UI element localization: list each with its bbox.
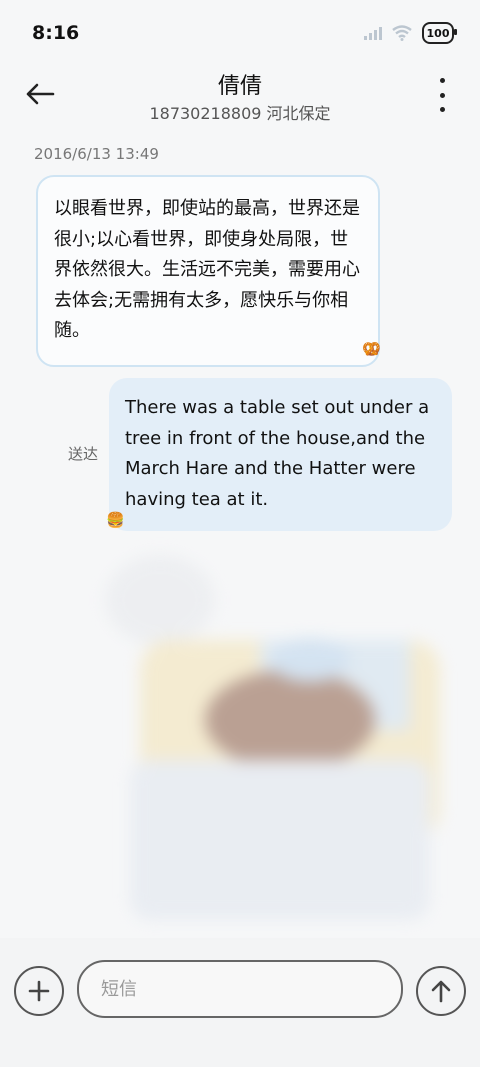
battery-icon: 100 [422,22,457,44]
more-vertical-icon [439,78,445,83]
signal-icon [364,27,382,40]
status-bar: 8:16 100 [0,0,480,60]
contact-name[interactable]: 倩倩 [0,68,480,100]
contact-info: 18730218809 河北保定 [149,104,331,123]
outgoing-message-text: There was a table set out under a tree i… [125,397,430,510]
wifi-icon [392,25,412,41]
add-attachment-button[interactable] [14,966,64,1016]
burger-sticker-icon: 🍔 [106,511,125,529]
more-options-button[interactable] [432,78,452,112]
battery-level: 100 [426,26,450,40]
wallpaper-illustration [105,555,440,920]
outgoing-message-bubble[interactable]: There was a table set out under a tree i… [109,378,452,531]
delivery-status: 送达 [68,445,99,463]
message-composer [0,938,480,1067]
message-input[interactable] [77,960,403,1018]
message-timestamp: 2016/6/13 13:49 [34,145,159,163]
status-time: 8:16 [32,22,80,44]
pretzel-sticker-icon: 🥨 [362,340,381,358]
send-button[interactable] [416,966,466,1016]
arrow-up-icon [431,980,451,1003]
status-icons: 100 [364,22,457,44]
incoming-message-text: 以眼看世界，即使站的最高，世界还是很小;以心看世界，即使身处局限，世界依然很大。… [54,198,360,341]
conversation-header: 倩倩 18730218809 河北保定 [0,60,480,130]
plus-icon [28,980,50,1002]
incoming-message-bubble[interactable]: 以眼看世界，即使站的最高，世界还是很小;以心看世界，即使身处局限，世界依然很大。… [36,175,380,367]
